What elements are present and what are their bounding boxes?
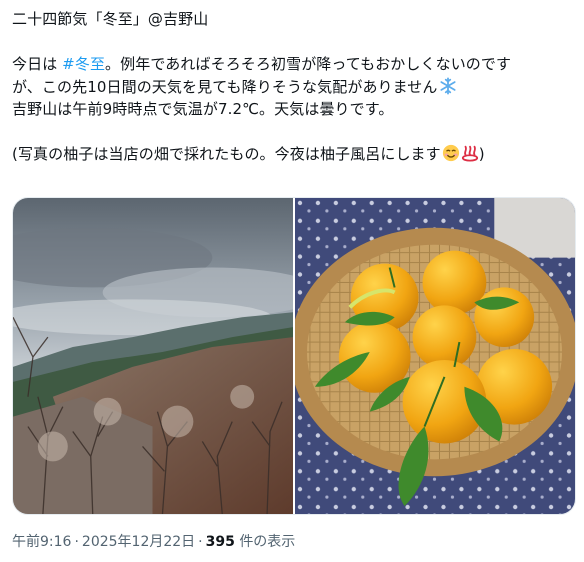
- line4-text: (写真の柚子は当店の畑で採れたもの。今夜は柚子風呂にします: [12, 145, 441, 163]
- post-text: 二十四節気「冬至」@吉野山 今日は #冬至。例年であればそろそろ初雪が降ってもお…: [12, 8, 572, 166]
- view-label: 件の表示: [239, 534, 296, 550]
- hashtag-link[interactable]: #冬至: [62, 55, 105, 73]
- post-line-3: 吉野山は午前9時時点で気温が7.2℃。天気は曇りです。: [12, 100, 394, 118]
- post-meta: 午前9:16 · 2025年12月22日 · 395 件の表示: [12, 531, 295, 551]
- post-card: 二十四節気「冬至」@吉野山 今日は #冬至。例年であればそろそろ初雪が降ってもお…: [0, 0, 584, 562]
- meta-separator: ·: [198, 534, 203, 550]
- post-line-4: (写真の柚子は当店の畑で採れたもの。今夜は柚子風呂にします ): [12, 143, 572, 166]
- snowflake-icon: [439, 76, 456, 95]
- line1-suffix: 。例年であればそろそろ初雪が降ってもおかしくないのです: [105, 55, 512, 73]
- view-count: 395: [205, 534, 235, 550]
- hot-springs-icon: [461, 145, 478, 162]
- post-time[interactable]: 午前9:16: [12, 534, 71, 550]
- yuzu-basket-photo[interactable]: [295, 198, 575, 514]
- post-date[interactable]: 2025年12月22日: [82, 534, 195, 550]
- smiling-face-icon: [442, 144, 459, 162]
- meta-separator: ·: [74, 534, 79, 550]
- mountain-landscape-photo[interactable]: [13, 198, 293, 514]
- media-grid: [12, 197, 576, 515]
- line2-text: が、この先10日間の天気を見ても降りそうな気配がありません: [12, 77, 438, 96]
- post-line-1: 今日は #冬至。例年であればそろそろ初雪が降ってもおかしくないのです: [12, 53, 572, 76]
- post-title: 二十四節気「冬至」@吉野山: [12, 10, 209, 28]
- post-line-2: が、この先10日間の天気を見ても降りそうな気配がありません: [12, 76, 572, 99]
- line4-end: ): [478, 145, 485, 163]
- line1-prefix: 今日は: [12, 55, 63, 73]
